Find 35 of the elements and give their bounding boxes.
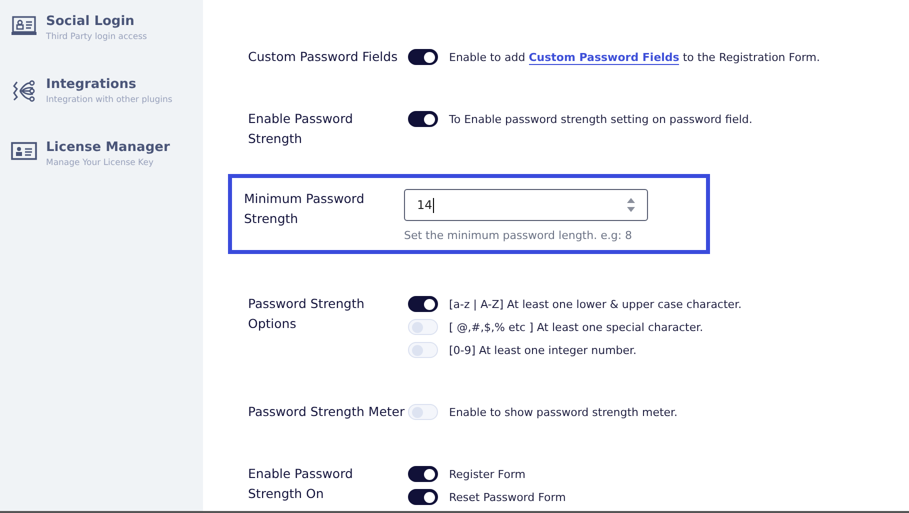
spinner-arrows-icon[interactable] <box>627 196 635 214</box>
sidebar-item[interactable]: License Manager Manage Your License Key <box>0 140 203 203</box>
setting-label: Minimum Password Strength <box>244 190 366 228</box>
setting-description: To Enable password strength setting on password field. <box>449 112 752 126</box>
setting-label: Password Strength Options <box>248 295 366 333</box>
sidebar-item-title: Integrations <box>46 77 138 92</box>
sidebar-item-subtitle: Integration with other plugins <box>46 95 172 105</box>
setting-label: Custom Password Fields <box>248 48 399 66</box>
toggle-switch[interactable] <box>408 111 438 127</box>
option-label: Reset Password Form <box>449 490 566 504</box>
setting-description: Enable to show password strength meter. <box>449 406 678 418</box>
option-label: [ @,#,$,% etc ] At least one special character. <box>449 320 704 334</box>
toggle-switch[interactable] <box>408 296 438 312</box>
option-label: [a-z | A-Z] At least one lower & upper case character. <box>449 298 742 310</box>
toggle-switch[interactable] <box>408 489 438 505</box>
id-card-icon <box>11 142 37 160</box>
sidebar-item-title: License Manager <box>46 140 170 155</box>
sidebar-item[interactable]: Social Login Third Party login access <box>0 14 203 77</box>
option-label: Register Form <box>449 468 526 480</box>
setting-label: Enable Password Strength On <box>248 465 354 503</box>
custom-password-fields-link[interactable]: Custom Password Fields <box>528 50 680 64</box>
setting-description: Enable to add Custom Password Fields to the Registration Form. <box>449 50 820 64</box>
sidebar-item-subtitle: Manage Your License Key <box>46 158 154 168</box>
setting-label: Enable Password Strength <box>248 110 354 148</box>
number-input[interactable]: 14 <box>404 189 648 221</box>
id-card-icon <box>11 16 37 36</box>
option-label: [0-9] At least one integer number. <box>449 344 637 356</box>
sidebar-item-title: Social Login <box>46 14 136 29</box>
sidebar-item-subtitle: Third Party login access <box>46 32 147 42</box>
toggle-switch[interactable] <box>408 466 438 482</box>
network-icon <box>11 79 37 103</box>
help-text: Set the minimum password length. e.g: 8 <box>404 229 634 242</box>
setting-label: Password Strength Meter <box>248 403 406 421</box>
toggle-switch[interactable] <box>408 49 438 65</box>
sidebar-item[interactable]: Integrations Integration with other plugins <box>0 77 203 140</box>
